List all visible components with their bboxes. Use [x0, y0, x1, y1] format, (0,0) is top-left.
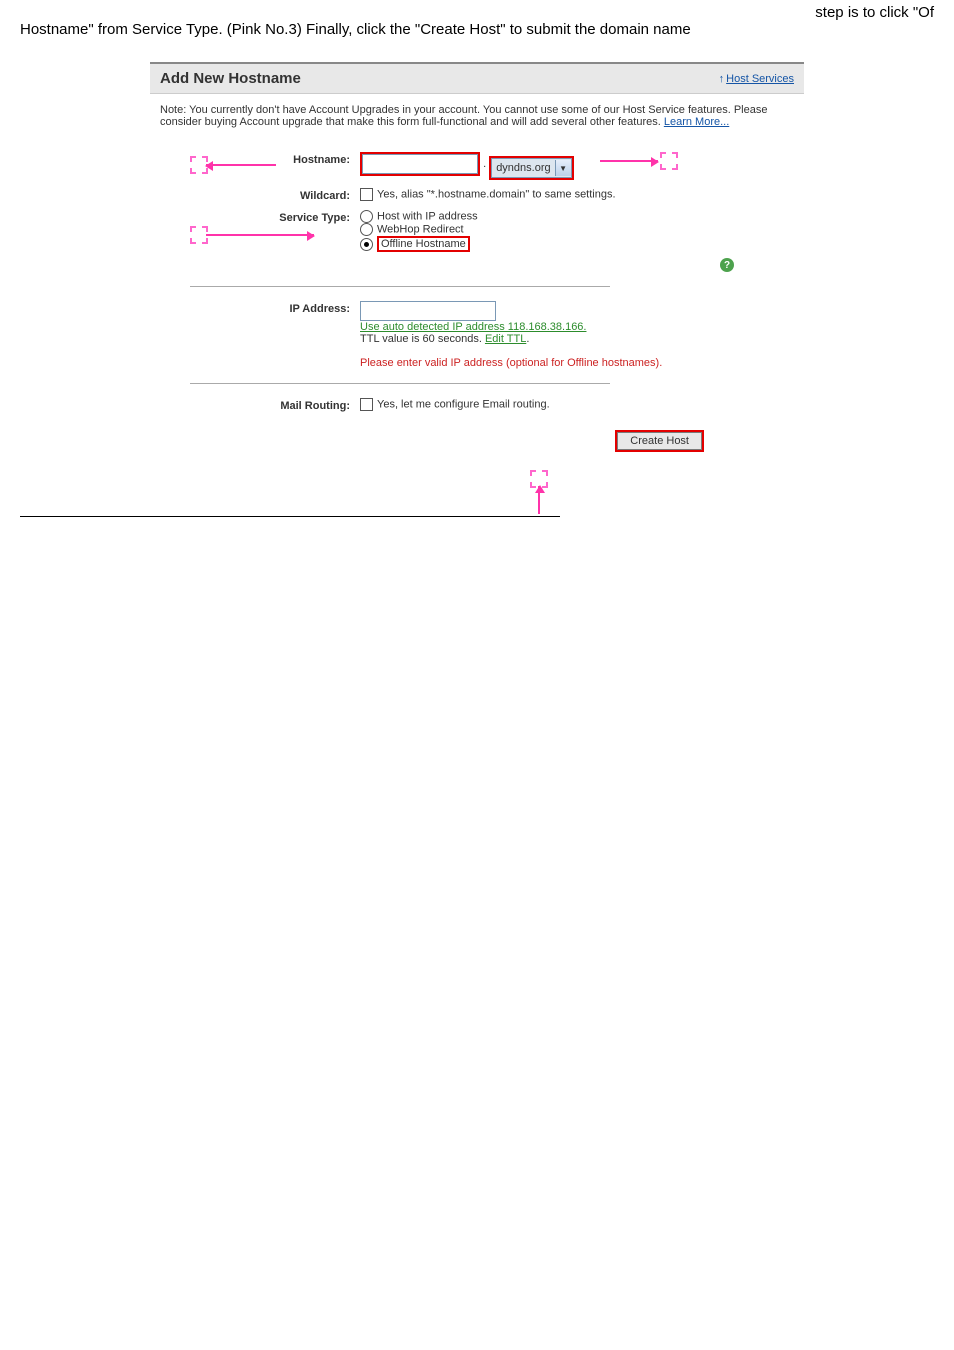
- help-icon[interactable]: ?: [720, 258, 734, 272]
- pink-arrow-1: [206, 164, 276, 166]
- learn-more-link[interactable]: Learn More...: [664, 116, 729, 128]
- radio-offline[interactable]: [360, 238, 373, 251]
- instruction-fragment-right: step is to click "Of: [815, 4, 934, 21]
- host-services-link[interactable]: ↑Host Services: [719, 73, 794, 85]
- radio-offline-label: Offline Hostname: [377, 236, 470, 252]
- wildcard-label: Wildcard:: [190, 188, 360, 202]
- edit-ttl-link[interactable]: Edit TTL: [485, 333, 526, 345]
- pink-arrow-2: [600, 160, 658, 162]
- pink-arrow-4: [538, 486, 540, 514]
- hostname-input[interactable]: [362, 154, 478, 174]
- note-text: Note: You currently don't have Account U…: [150, 94, 804, 138]
- chevron-down-icon: ▼: [555, 160, 571, 176]
- radio-webhop-label: WebHop Redirect: [377, 223, 464, 235]
- auto-detect-ip-link[interactable]: Use auto detected IP address 118.168.38.…: [360, 321, 586, 333]
- divider-1: [190, 286, 610, 287]
- create-host-button[interactable]: Create Host: [617, 432, 702, 450]
- mail-routing-label: Mail Routing:: [190, 398, 360, 412]
- ip-warning-text: Please enter valid IP address (optional …: [360, 357, 662, 369]
- pink-arrow-3: [206, 234, 314, 236]
- instruction-line-2: Hostname" from Service Type. (Pink No.3)…: [20, 21, 934, 38]
- panel-title: Add New Hostname: [160, 70, 301, 87]
- wildcard-text: Yes, alias "*.hostname.domain" to same s…: [377, 188, 616, 200]
- mail-routing-text: Yes, let me configure Email routing.: [377, 398, 550, 410]
- ip-address-input[interactable]: [360, 301, 496, 321]
- pink-marker-2: [660, 152, 678, 170]
- divider-2: [190, 383, 610, 384]
- mail-routing-checkbox[interactable]: [360, 398, 373, 411]
- ip-address-label: IP Address:: [190, 301, 360, 315]
- service-type-label: Service Type:: [190, 210, 360, 224]
- dot-separator: .: [483, 158, 486, 170]
- add-hostname-panel: Add New Hostname ↑Host Services Note: Yo…: [150, 62, 804, 456]
- page-bottom-divider: [20, 516, 560, 517]
- ttl-text: TTL value is 60 seconds.: [360, 333, 485, 345]
- domain-select[interactable]: dyndns.org ▼: [491, 158, 571, 178]
- radio-host-ip[interactable]: [360, 210, 373, 223]
- radio-webhop[interactable]: [360, 223, 373, 236]
- wildcard-checkbox[interactable]: [360, 188, 373, 201]
- radio-host-ip-label: Host with IP address: [377, 210, 478, 222]
- up-arrow-icon: ↑: [719, 73, 725, 85]
